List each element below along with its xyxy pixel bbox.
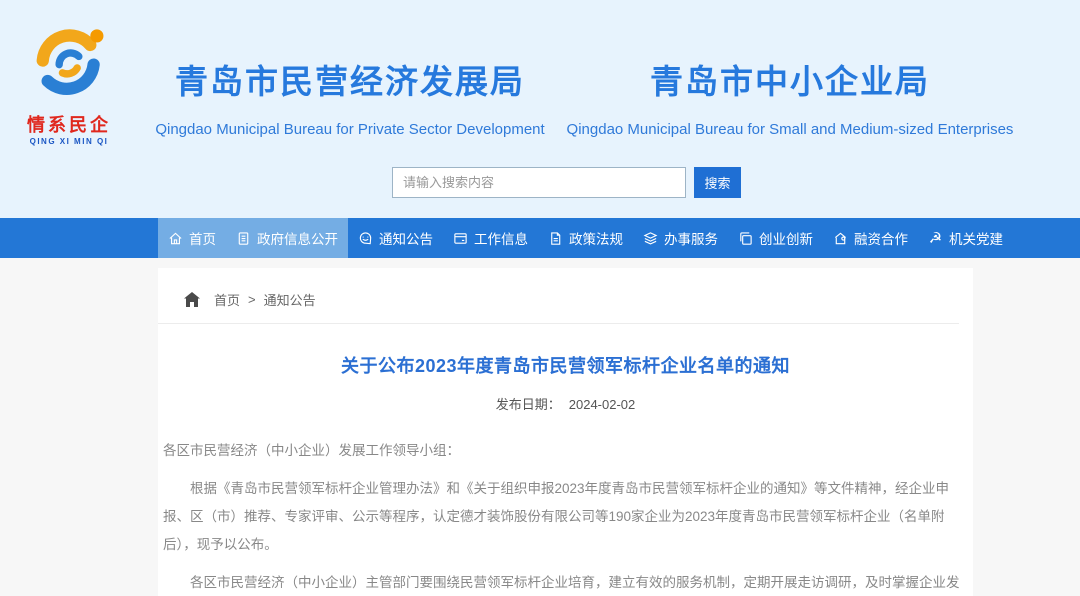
article-paragraph: 各区市民营经济（中小企业）主管部门要围绕民营领军标杆企业培育，建立有效的服务机制… xyxy=(163,569,967,596)
article-body: 各区市民营经济（中小企业）发展工作领导小组： 根据《青岛市民营领军标杆企业管理办… xyxy=(158,413,973,596)
breadcrumb-divider xyxy=(158,323,959,324)
breadcrumb-home-link[interactable]: 首页 xyxy=(214,290,240,309)
page: 情系民企 QING XI MIN QI 青岛市民营经济发展局 Qingdao M… xyxy=(0,0,1080,596)
breadcrumb-current: 通知公告 xyxy=(264,290,316,309)
content-card: 首页 > 通知公告 关于公布2023年度青岛市民营领军标杆企业名单的通知 发布日… xyxy=(158,268,973,596)
nav-item-label: 办事服务 xyxy=(664,228,718,248)
article-date-value: 2024-02-02 xyxy=(569,397,636,412)
copy-icon xyxy=(738,231,753,246)
nav-item-label: 政府信息公开 xyxy=(257,228,338,248)
nav-item-label: 工作信息 xyxy=(474,228,528,248)
breadcrumb-separator: > xyxy=(248,292,256,307)
home-icon xyxy=(168,231,183,246)
right-bureau-subtitle: Qingdao Municipal Bureau for Small and M… xyxy=(545,121,1035,138)
nav-item-work-info[interactable]: 工作信息 xyxy=(443,218,538,258)
document-list-icon xyxy=(236,231,251,246)
nav-item-home[interactable]: 首页 xyxy=(158,218,226,258)
left-bureau-subtitle: Qingdao Municipal Bureau for Private Sec… xyxy=(145,121,555,138)
search-button[interactable]: 搜索 xyxy=(694,167,741,198)
article-title: 关于公布2023年度青岛市民营领军标杆企业名单的通知 xyxy=(158,352,973,378)
nav-item-label: 机关党建 xyxy=(949,228,1003,248)
article-date-label: 发布日期： xyxy=(496,397,561,412)
nav-item-label: 创业创新 xyxy=(759,228,813,248)
nav-item-label: 首页 xyxy=(189,228,216,248)
left-bureau-title: 青岛市民营经济发展局 xyxy=(145,55,555,103)
bank-icon xyxy=(833,231,848,246)
nav-item-party-building[interactable]: ☭ 机关党建 xyxy=(918,218,1013,258)
left-bureau-heading: 青岛市民营经济发展局 Qingdao Municipal Bureau for … xyxy=(145,55,555,138)
home-icon[interactable] xyxy=(184,292,200,307)
chat-bubble-icon xyxy=(358,231,373,246)
nav-item-notices[interactable]: 通知公告 xyxy=(348,218,443,258)
logo-text-cn: 情系民企 xyxy=(14,111,124,137)
nav-item-policy[interactable]: 政策法规 xyxy=(538,218,633,258)
search-bar: 搜索 xyxy=(392,167,741,198)
qingxi-minqi-logo-icon xyxy=(28,91,110,108)
nav-item-finance[interactable]: 融资合作 xyxy=(823,218,918,258)
nav-item-label: 政策法规 xyxy=(569,228,623,248)
window-icon xyxy=(453,231,468,246)
nav-item-gov-info[interactable]: 政府信息公开 xyxy=(226,218,348,258)
search-input[interactable] xyxy=(392,167,686,198)
nav-item-label: 通知公告 xyxy=(379,228,433,248)
main-nav-items: 首页 政府信息公开 通知公告 工作信息 xyxy=(158,218,973,258)
main-nav: 首页 政府信息公开 通知公告 工作信息 xyxy=(0,218,1080,258)
article-paragraph: 根据《青岛市民营领军标杆企业管理办法》和《关于组织申报2023年度青岛市民营领军… xyxy=(163,475,967,559)
nav-item-services[interactable]: 办事服务 xyxy=(633,218,728,258)
breadcrumb: 首页 > 通知公告 xyxy=(158,268,973,309)
document-icon xyxy=(548,231,563,246)
nav-item-innovation[interactable]: 创业创新 xyxy=(728,218,823,258)
layers-icon xyxy=(643,231,658,246)
logo-text-en: QING XI MIN QI xyxy=(14,137,124,146)
right-bureau-title: 青岛市中小企业局 xyxy=(545,55,1035,103)
nav-item-label: 融资合作 xyxy=(854,228,908,248)
article-date-line: 发布日期： 2024-02-02 xyxy=(158,394,973,413)
site-header: 情系民企 QING XI MIN QI 青岛市民营经济发展局 Qingdao M… xyxy=(0,0,1080,218)
party-emblem-icon: ☭ xyxy=(928,231,943,246)
right-bureau-heading: 青岛市中小企业局 Qingdao Municipal Bureau for Sm… xyxy=(545,55,1035,138)
article-paragraph: 各区市民营经济（中小企业）发展工作领导小组： xyxy=(163,437,967,465)
site-logo[interactable]: 情系民企 QING XI MIN QI xyxy=(14,22,124,146)
